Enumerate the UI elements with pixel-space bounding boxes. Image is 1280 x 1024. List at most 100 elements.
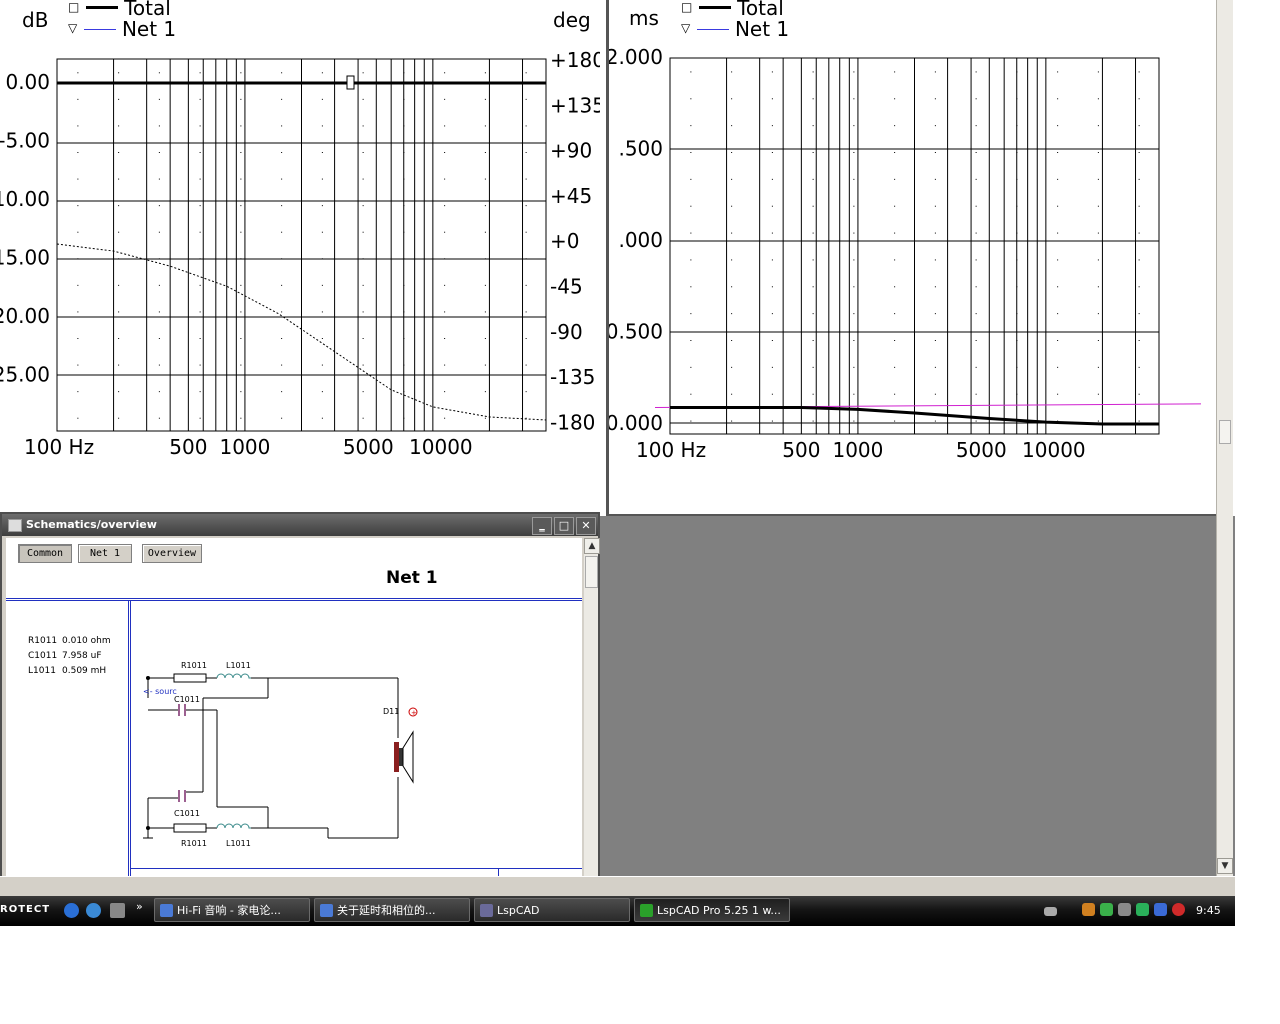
y-right-tick-label: +135 bbox=[550, 93, 600, 117]
grid-dot bbox=[199, 284, 201, 286]
grid-dot bbox=[1016, 71, 1018, 73]
y-left-tick-label: 2.000 bbox=[609, 45, 663, 69]
grid-dot bbox=[118, 338, 120, 339]
grid-dot bbox=[690, 259, 692, 261]
ie-icon[interactable] bbox=[64, 903, 79, 918]
grid-dot bbox=[1016, 98, 1018, 100]
label-c-top: C1011 bbox=[174, 695, 200, 704]
grid-dot bbox=[934, 340, 936, 341]
part-ref: R1011 bbox=[28, 636, 58, 646]
grid-dot bbox=[1057, 313, 1059, 315]
grid-dot bbox=[1097, 98, 1099, 100]
grid-dot bbox=[525, 258, 527, 260]
shield-icon[interactable] bbox=[1154, 903, 1167, 916]
window-system-icon[interactable] bbox=[8, 519, 22, 532]
security-icon[interactable] bbox=[1136, 903, 1149, 916]
y-left-tick-label: 0.00 bbox=[5, 70, 50, 94]
schematics-titlebar[interactable]: Schematics/overview ‗ □ ✕ bbox=[2, 514, 598, 536]
grid-dot bbox=[444, 258, 446, 260]
main-vertical-scrollbar[interactable]: ▼ bbox=[1216, 0, 1233, 876]
grid-dot bbox=[444, 338, 446, 339]
grid-dot bbox=[484, 231, 486, 233]
schematics-scrollbar[interactable]: ▲ bbox=[584, 538, 600, 878]
grid-dot bbox=[362, 152, 364, 153]
schematics-window: Schematics/overview ‗ □ ✕ Common Net 1 O… bbox=[0, 512, 600, 878]
task-lspcad[interactable]: LspCAD bbox=[474, 898, 630, 922]
grid-dot bbox=[853, 152, 855, 153]
grid-dot bbox=[690, 125, 692, 127]
browser-icon[interactable] bbox=[86, 903, 101, 918]
grid-dot bbox=[403, 284, 405, 286]
grid-dot bbox=[158, 72, 160, 74]
grid-dot bbox=[118, 98, 120, 100]
grid-dot bbox=[240, 152, 242, 153]
grid-dot bbox=[771, 71, 773, 73]
grid-dot bbox=[1097, 232, 1099, 234]
group-delay-chart[interactable]: 100 Hz 500 1000 5000 10000 2.000 .500 .000 0.500… bbox=[609, 0, 1209, 480]
maximize-icon[interactable]: □ bbox=[554, 517, 574, 535]
grid-dot bbox=[771, 125, 773, 127]
keyboard-icon[interactable] bbox=[1044, 907, 1057, 916]
schem-scroll-thumb[interactable] bbox=[585, 556, 598, 588]
close-icon[interactable]: ✕ bbox=[576, 517, 596, 535]
grid-dot bbox=[731, 178, 733, 180]
grid-dot bbox=[77, 258, 79, 260]
node-dot bbox=[146, 676, 150, 680]
grid-dot bbox=[525, 98, 527, 100]
grid-dot bbox=[403, 338, 405, 339]
grid-dot bbox=[484, 178, 486, 180]
grid-dot bbox=[934, 286, 936, 288]
y-left-tick-label: 15.00 bbox=[0, 246, 50, 270]
tab-common[interactable]: Common bbox=[18, 544, 72, 563]
grid-dot bbox=[975, 205, 977, 207]
grid-dot bbox=[403, 364, 405, 366]
grid-dot bbox=[853, 366, 855, 368]
minimize-icon[interactable]: ‗ bbox=[532, 517, 552, 535]
grid-dot bbox=[1097, 125, 1099, 127]
chevron-more-icon[interactable]: » bbox=[136, 900, 143, 913]
grid-dot bbox=[281, 205, 283, 207]
grid-dot bbox=[771, 98, 773, 100]
grid-dot bbox=[484, 417, 486, 419]
grid-dot bbox=[444, 125, 446, 127]
grid-dot bbox=[321, 311, 323, 313]
qq-icon[interactable] bbox=[1082, 903, 1095, 916]
protect-label: ROTECT bbox=[0, 904, 51, 915]
grid-dot bbox=[362, 178, 364, 180]
scroll-thumb[interactable] bbox=[1219, 420, 1231, 444]
grid-dot bbox=[362, 284, 364, 286]
grid-dot bbox=[1097, 340, 1099, 341]
grid-dot bbox=[690, 205, 692, 207]
grid-dot bbox=[240, 72, 242, 74]
crossover-circuit[interactable]: + R1011 L1011 C1011 <- sourc D11 C1011 R… bbox=[131, 602, 581, 866]
grid-dot bbox=[1097, 259, 1099, 261]
tab-net1[interactable]: Net 1 bbox=[78, 544, 132, 563]
grid-dot bbox=[1016, 313, 1018, 315]
grid-dot bbox=[812, 286, 814, 288]
task-delay-phase[interactable]: 关于延时和相位的... bbox=[314, 898, 470, 922]
x-tick-label: 1000 bbox=[832, 438, 883, 462]
grid-dot bbox=[894, 420, 896, 422]
phase-chart[interactable]: 100 Hz 500 1000 5000 10000 0.00 -5.00 10.00 15.0… bbox=[0, 0, 600, 470]
grid-dot bbox=[362, 205, 364, 207]
grid-dot bbox=[484, 72, 486, 74]
scroll-up-arrow-icon[interactable]: ▲ bbox=[584, 538, 600, 554]
antivirus-icon[interactable] bbox=[1172, 903, 1185, 916]
grid-dot bbox=[1138, 259, 1140, 261]
grid-dot bbox=[1057, 286, 1059, 288]
tab-overview[interactable]: Overview bbox=[142, 544, 202, 563]
part-ref: L1011 bbox=[28, 666, 56, 676]
network-icon[interactable] bbox=[1100, 903, 1113, 916]
grid-dot bbox=[118, 205, 120, 207]
shield-app-icon[interactable] bbox=[110, 903, 125, 918]
grid-dot bbox=[975, 340, 977, 341]
grid-dot bbox=[199, 152, 201, 153]
volume-icon[interactable] bbox=[1118, 903, 1131, 916]
schematics-title: Schematics/overview bbox=[26, 518, 157, 531]
lspcad-icon bbox=[480, 904, 493, 917]
task-lspcad-pro[interactable]: LspCAD Pro 5.25 1 w... bbox=[634, 898, 790, 922]
task-hifi[interactable]: Hi-Fi 音响 - 家电论... bbox=[154, 898, 310, 922]
scroll-down-arrow-icon[interactable]: ▼ bbox=[1217, 858, 1233, 874]
x-tick-label: 10000 bbox=[1022, 438, 1086, 462]
grid-dot bbox=[362, 125, 364, 127]
